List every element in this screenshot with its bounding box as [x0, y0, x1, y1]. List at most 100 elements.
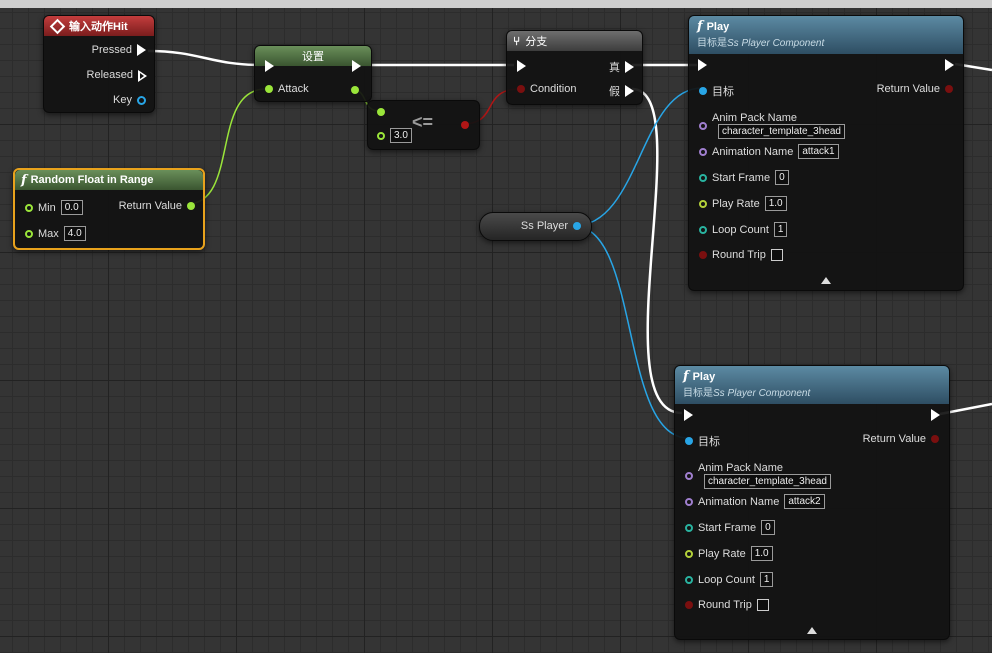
play2-exec-out-icon[interactable] — [931, 409, 940, 421]
int-pin-icon[interactable] — [685, 523, 693, 532]
pin-released[interactable]: Released — [87, 69, 147, 82]
play2-anim-pack-pin[interactable]: Anim Pack Name character_template_3head — [685, 462, 831, 489]
input-action-header: 输入动作Hit — [44, 16, 154, 36]
loop-count-value[interactable]: 1 — [759, 572, 774, 587]
start-frame-value[interactable]: 0 — [761, 520, 775, 535]
compare-b-value[interactable]: 3.0 — [390, 128, 412, 143]
max-value[interactable]: 4.0 — [63, 226, 86, 241]
branch-false-pin[interactable]: 假 — [609, 83, 634, 99]
play2-animation-name-pin[interactable]: Animation Name attack2 — [685, 494, 825, 509]
play1-loop-count-pin[interactable]: Loop Count 1 — [699, 222, 788, 237]
ss-player-output-pin[interactable]: Ss Player — [521, 220, 581, 232]
bool-out-pin-icon[interactable] — [461, 121, 469, 129]
pin-pressed[interactable]: Pressed — [92, 44, 146, 56]
play2-exec-in-icon[interactable] — [684, 409, 693, 421]
round-trip-checkbox[interactable] — [756, 599, 769, 611]
compare-a-pin-icon[interactable] — [377, 108, 385, 116]
name-pin-icon[interactable] — [685, 497, 693, 506]
start-frame-value[interactable]: 0 — [775, 170, 789, 185]
play-rate-value[interactable]: 1.0 — [750, 546, 773, 561]
compare-operator: <= — [412, 112, 434, 132]
bool-pin-icon[interactable] — [685, 601, 693, 609]
key-struct-pin-icon[interactable] — [137, 95, 146, 105]
play-node-2[interactable]: f Play 目标是Ss Player Component 目标 Return V… — [674, 365, 950, 640]
set-variable-node[interactable]: 设置 Attack — [254, 45, 372, 102]
float-pin-icon[interactable] — [699, 199, 707, 208]
random-float-node[interactable]: f Random Float in Range Min 0.0 Max 4.0 … — [13, 168, 205, 250]
function-icon: f — [683, 369, 689, 384]
play1-round-trip-pin[interactable]: Round Trip — [699, 249, 783, 261]
play-node-1[interactable]: f Play 目标是Ss Player Component 目标 Return V… — [688, 15, 964, 291]
collapse-arrow-icon[interactable] — [821, 277, 831, 284]
random-min-pin[interactable]: Min 0.0 — [25, 200, 83, 215]
branch-node[interactable]: ⑂ 分支 真 Condition 假 — [506, 30, 643, 105]
function-icon: f — [697, 19, 703, 34]
play1-exec-in-icon[interactable] — [698, 59, 707, 71]
input-action-node[interactable]: 输入动作Hit Pressed Released Key — [43, 15, 155, 113]
anim-pack-value[interactable]: character_template_3head — [704, 474, 831, 489]
branch-exec-in-icon[interactable] — [517, 60, 526, 72]
float-out-pin-icon[interactable] — [351, 86, 359, 94]
play2-return-pin[interactable]: Return Value — [863, 433, 939, 445]
animation-name-value[interactable]: attack1 — [798, 144, 839, 159]
play1-anim-pack-pin[interactable]: Anim Pack Name character_template_3head — [699, 112, 845, 139]
loop-count-value[interactable]: 1 — [773, 222, 788, 237]
anim-pack-value[interactable]: character_template_3head — [718, 124, 845, 139]
set-attack-pin[interactable]: Attack — [265, 83, 309, 95]
target-pin-icon[interactable] — [699, 87, 707, 95]
target-pin-icon[interactable] — [685, 437, 693, 445]
branch-title: 分支 — [525, 36, 548, 48]
blueprint-graph-canvas[interactable]: 输入动作Hit Pressed Released Key 设置 Attack 3… — [0, 0, 992, 653]
return-bool-pin-icon[interactable] — [931, 435, 939, 443]
play1-start-frame-pin[interactable]: Start Frame 0 — [699, 170, 789, 185]
name-pin-icon[interactable] — [685, 471, 693, 480]
exec-out-hollow-icon[interactable] — [138, 70, 147, 82]
name-pin-icon[interactable] — [699, 121, 707, 130]
branch-condition-pin[interactable]: Condition — [517, 83, 576, 95]
int-pin-icon[interactable] — [699, 225, 707, 234]
random-max-pin[interactable]: Max 4.0 — [25, 226, 86, 241]
play1-title: Play — [706, 21, 730, 33]
less-equal-node[interactable]: 3.0 <= — [367, 100, 480, 150]
play-rate-value[interactable]: 1.0 — [764, 196, 787, 211]
play1-return-pin[interactable]: Return Value — [877, 83, 953, 95]
play2-start-frame-pin[interactable]: Start Frame 0 — [685, 520, 775, 535]
return-float-pin-icon[interactable] — [187, 202, 195, 210]
exec-out-filled-icon[interactable] — [137, 44, 146, 56]
pin-key[interactable]: Key — [113, 94, 146, 106]
play1-animation-name-pin[interactable]: Animation Name attack1 — [699, 144, 839, 159]
return-bool-pin-icon[interactable] — [945, 85, 953, 93]
play2-loop-count-pin[interactable]: Loop Count 1 — [685, 572, 774, 587]
float-in-pin-icon[interactable] — [265, 85, 273, 93]
bool-pin-icon[interactable] — [699, 251, 707, 259]
play2-target-pin[interactable]: 目标 — [685, 433, 720, 449]
animation-name-value[interactable]: attack2 — [784, 494, 825, 509]
branch-true-pin[interactable]: 真 — [609, 59, 634, 75]
name-pin-icon[interactable] — [699, 147, 707, 156]
play1-play-rate-pin[interactable]: Play Rate 1.0 — [699, 196, 787, 211]
event-diamond-icon — [49, 18, 66, 34]
max-pin-icon[interactable] — [25, 229, 33, 238]
min-value[interactable]: 0.0 — [60, 200, 83, 215]
exec-false-icon[interactable] — [625, 85, 634, 97]
play1-target-pin[interactable]: 目标 — [699, 83, 734, 99]
round-trip-checkbox[interactable] — [770, 249, 783, 261]
object-out-pin-icon[interactable] — [573, 222, 581, 230]
random-return-pin[interactable]: Return Value — [119, 200, 195, 212]
compare-b-pin[interactable]: 3.0 — [377, 128, 412, 143]
ss-player-variable-node[interactable]: Ss Player — [479, 212, 592, 241]
set-exec-in-icon[interactable] — [265, 60, 274, 72]
exec-true-icon[interactable] — [625, 61, 634, 73]
play1-exec-out-icon[interactable] — [945, 59, 954, 71]
collapse-arrow-icon[interactable] — [807, 627, 817, 634]
exec-wire-false-play2 — [631, 87, 683, 415]
play2-round-trip-pin[interactable]: Round Trip — [685, 599, 769, 611]
int-pin-icon[interactable] — [685, 575, 693, 584]
set-exec-out-icon[interactable] — [352, 60, 361, 72]
int-pin-icon[interactable] — [699, 173, 707, 182]
float-pin-icon[interactable] — [685, 549, 693, 558]
compare-b-pin-icon[interactable] — [377, 131, 385, 140]
min-pin-icon[interactable] — [25, 203, 33, 212]
play2-play-rate-pin[interactable]: Play Rate 1.0 — [685, 546, 773, 561]
bool-in-pin-icon[interactable] — [517, 85, 525, 93]
